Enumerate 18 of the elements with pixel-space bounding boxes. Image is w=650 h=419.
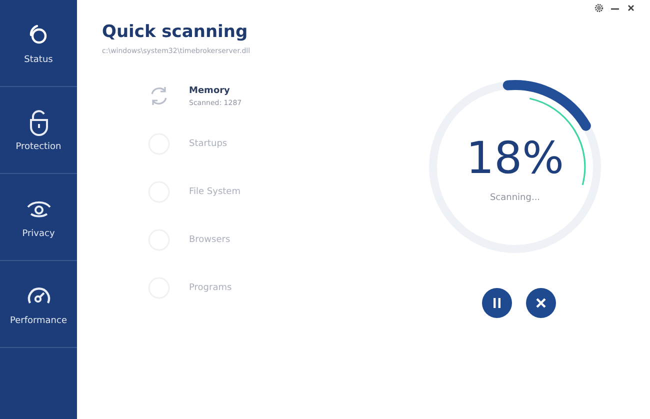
nav-item[interactable]: Status xyxy=(0,0,77,87)
settings-icon[interactable] xyxy=(594,3,604,13)
close-icon xyxy=(535,297,547,309)
close-icon[interactable] xyxy=(626,3,636,13)
step-label: Browsers xyxy=(189,235,230,245)
pause-icon xyxy=(491,297,503,309)
page-title: Quick scanning xyxy=(102,22,249,42)
nav-item[interactable]: Performance xyxy=(0,261,77,348)
progress-percent: 18% xyxy=(466,137,564,181)
cancel-button[interactable] xyxy=(526,288,556,318)
pause-button[interactable] xyxy=(482,288,512,318)
nav-item[interactable]: Protection xyxy=(0,87,77,174)
step-label: Startups xyxy=(189,139,228,149)
step-label: Memory xyxy=(189,86,231,96)
step-label: Programs xyxy=(189,283,232,293)
progress-caption: Scanning... xyxy=(490,193,540,203)
step-label: File System xyxy=(189,187,240,197)
nav-item[interactable]: Privacy xyxy=(0,174,77,261)
